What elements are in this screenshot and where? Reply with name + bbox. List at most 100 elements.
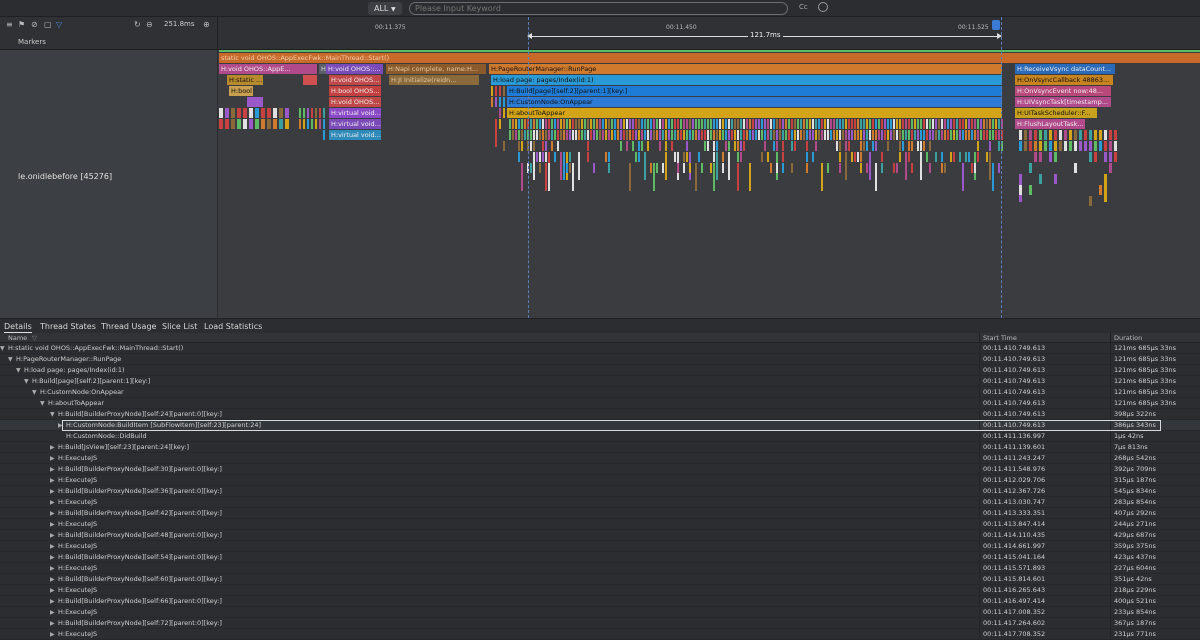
slice[interactable] [315, 119, 317, 129]
slice[interactable] [692, 119, 694, 129]
slice[interactable] [1114, 130, 1117, 140]
slice[interactable] [1109, 163, 1112, 173]
slice[interactable] [545, 130, 547, 140]
slice[interactable] [812, 119, 814, 129]
slice[interactable] [905, 119, 907, 129]
slice[interactable] [261, 119, 265, 129]
chevron-down-icon[interactable]: ▼ [16, 365, 21, 376]
slice[interactable] [722, 130, 724, 140]
column-separator[interactable] [1110, 333, 1111, 343]
slice[interactable] [548, 163, 550, 191]
slice[interactable] [584, 130, 586, 140]
slice[interactable] [1109, 152, 1112, 162]
slice[interactable] [521, 141, 523, 151]
slice[interactable] [665, 152, 667, 180]
slice[interactable] [884, 130, 886, 140]
slice[interactable] [986, 130, 988, 140]
slice[interactable] [836, 141, 838, 151]
slice[interactable] [803, 130, 805, 140]
slice[interactable] [782, 141, 784, 151]
slice[interactable] [869, 119, 871, 129]
slice[interactable] [542, 152, 544, 162]
slice[interactable] [935, 119, 937, 129]
slice[interactable] [917, 119, 919, 129]
slice[interactable] [674, 130, 676, 140]
slice[interactable] [941, 152, 943, 162]
slice[interactable] [267, 108, 271, 118]
slice[interactable] [911, 141, 913, 151]
filter-icon[interactable]: ▽ [32, 333, 37, 343]
slice[interactable] [578, 152, 580, 180]
table-row[interactable]: ▶ H:Build[BuilderProxyNode][self:60][pare… [0, 574, 1200, 585]
slice[interactable] [791, 130, 793, 140]
slice[interactable] [503, 86, 505, 96]
table-row[interactable]: ▼ H:Build[page][self:2][parent:1][key:] 00… [0, 376, 1200, 387]
slice[interactable] [860, 141, 862, 151]
slice[interactable] [626, 130, 628, 140]
slice[interactable] [908, 152, 910, 162]
slice[interactable] [656, 130, 658, 140]
slice[interactable] [965, 130, 967, 140]
slice[interactable] [737, 141, 739, 151]
filter-dropdown[interactable]: ALL ▼ [368, 2, 402, 15]
slice[interactable] [608, 152, 610, 162]
slice[interactable] [659, 119, 661, 129]
slice[interactable] [932, 130, 934, 140]
slice[interactable] [1054, 152, 1057, 162]
slice[interactable] [273, 108, 277, 118]
slice[interactable] [1034, 152, 1037, 162]
slice[interactable] [926, 130, 928, 140]
slice[interactable] [503, 108, 505, 118]
chevron-down-icon[interactable]: ▼ [32, 387, 37, 398]
slice[interactable] [722, 119, 724, 129]
slice[interactable] [653, 163, 655, 191]
slice[interactable] [872, 130, 874, 140]
slice[interactable] [980, 130, 982, 140]
slice[interactable] [767, 119, 769, 129]
slice[interactable] [740, 130, 742, 140]
slice[interactable] [695, 130, 697, 140]
slice[interactable] [575, 119, 577, 129]
slice[interactable] [632, 141, 634, 151]
slice[interactable] [662, 163, 664, 173]
slice[interactable] [941, 163, 943, 173]
slice[interactable] [929, 163, 931, 173]
slice[interactable] [566, 130, 568, 140]
slice[interactable] [746, 119, 748, 129]
slice[interactable] [665, 141, 667, 151]
slice[interactable] [542, 141, 544, 151]
zoom-in-icon[interactable]: ⊕ [203, 20, 210, 29]
slice[interactable] [578, 119, 580, 129]
slice[interactable] [770, 130, 772, 140]
slice[interactable] [776, 163, 778, 173]
slice[interactable] [743, 141, 745, 151]
slice[interactable] [707, 141, 709, 151]
slice[interactable] [509, 130, 511, 140]
slice[interactable] [971, 119, 973, 129]
slice[interactable] [590, 119, 592, 129]
slice[interactable] [319, 119, 321, 129]
slice[interactable] [1099, 141, 1102, 151]
slice[interactable] [992, 130, 994, 140]
slice[interactable] [728, 119, 730, 129]
chevron-right-icon[interactable]: ▶ [50, 574, 55, 585]
slice[interactable] [499, 97, 501, 107]
slice[interactable] [656, 119, 658, 129]
slice[interactable] [914, 119, 916, 129]
slice[interactable] [249, 108, 253, 118]
slice[interactable] [866, 119, 868, 129]
slice[interactable] [605, 119, 607, 129]
slice[interactable] [740, 152, 742, 162]
slice[interactable] [638, 141, 640, 151]
slice[interactable] [1024, 130, 1027, 140]
slice[interactable] [689, 130, 691, 140]
slice[interactable] [737, 119, 739, 129]
slice[interactable] [749, 163, 751, 191]
slice[interactable] [686, 141, 688, 151]
search-input[interactable] [409, 2, 788, 15]
chevron-right-icon[interactable]: ▶ [50, 552, 55, 563]
slice[interactable] [620, 141, 622, 151]
slice[interactable] [536, 119, 538, 129]
slice[interactable] [812, 152, 814, 162]
chevron-right-icon[interactable]: ▶ [50, 464, 55, 475]
